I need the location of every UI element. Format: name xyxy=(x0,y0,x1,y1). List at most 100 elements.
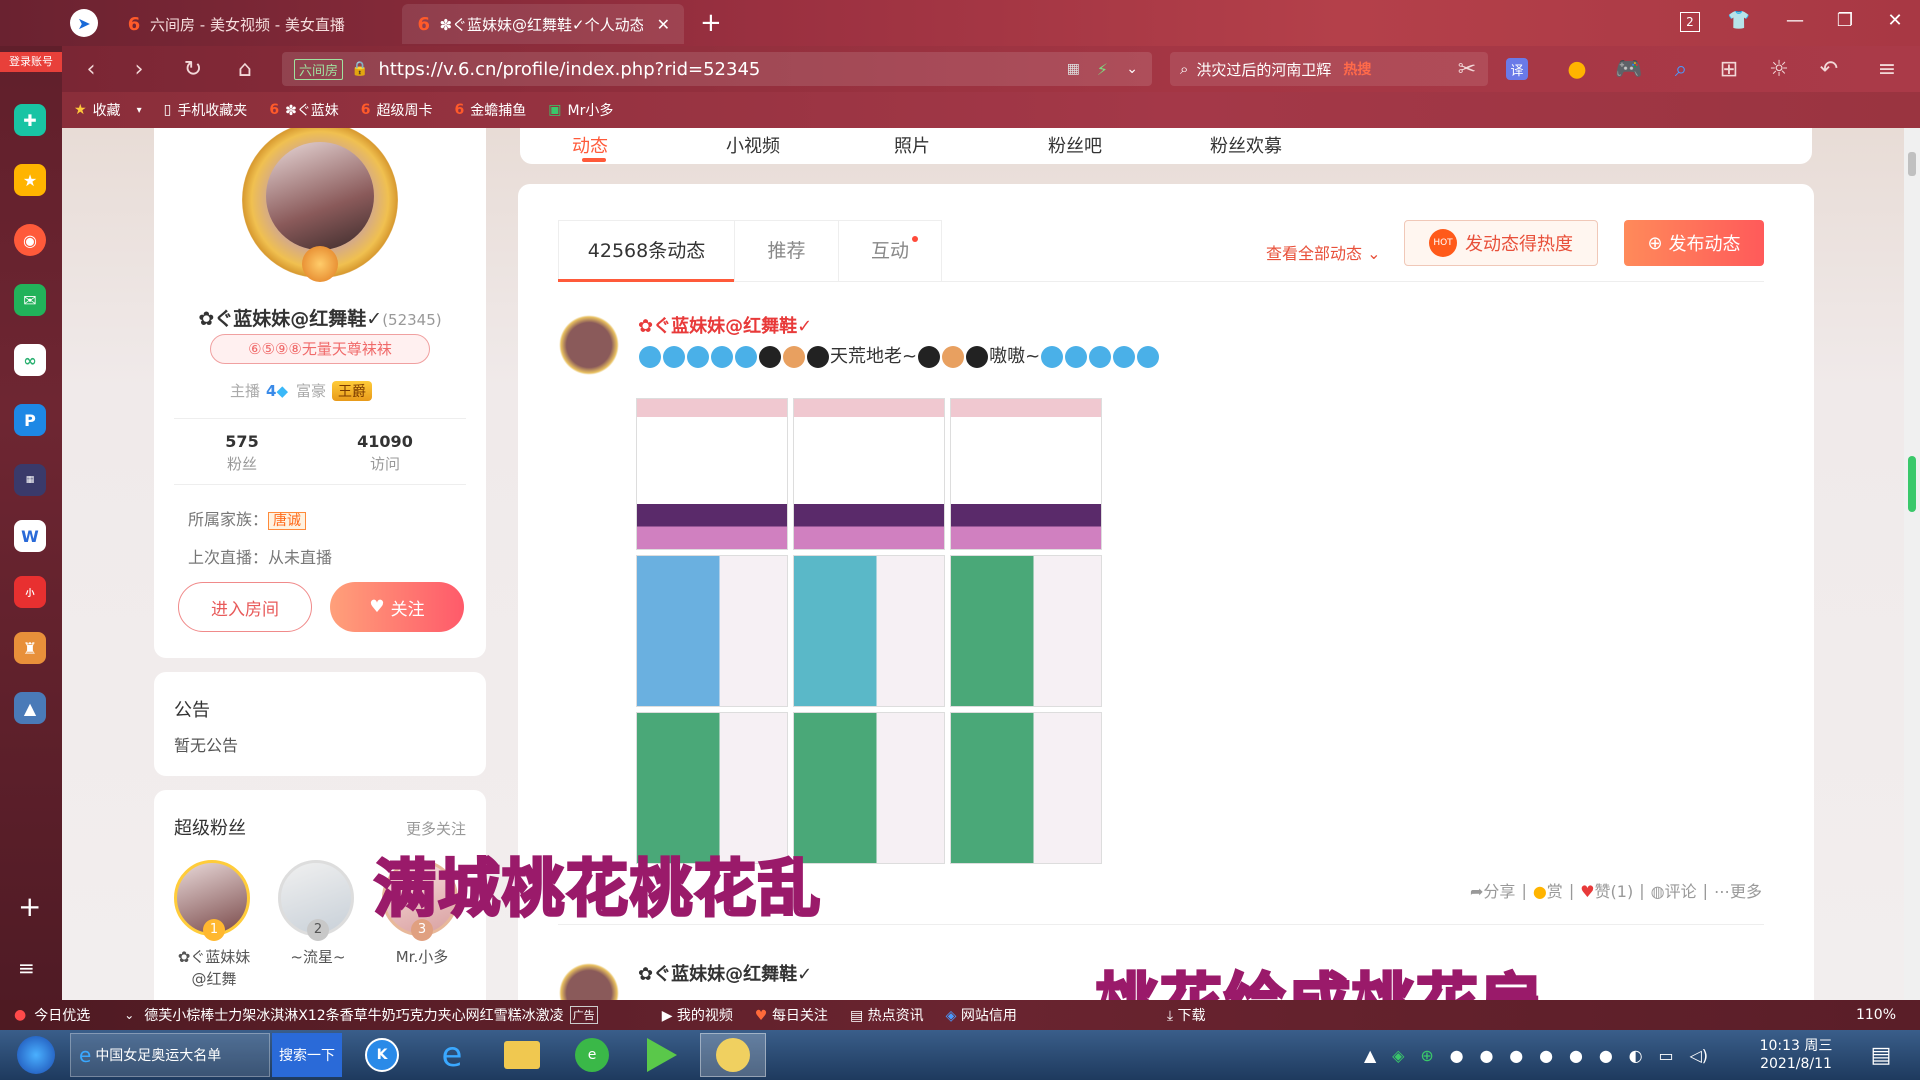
enter-room-button[interactable]: 进入房间 xyxy=(178,582,312,632)
back-icon[interactable]: ‹ xyxy=(76,54,106,84)
weibo-icon[interactable]: ◉ xyxy=(14,224,46,256)
close-window-icon[interactable]: ✕ xyxy=(1880,10,1910,31)
boost-heat-button[interactable]: HOT 发动态得热度 xyxy=(1404,220,1598,266)
family-badge[interactable]: 唐诚 xyxy=(268,512,307,530)
zoom-level[interactable]: 110% xyxy=(1856,1007,1896,1023)
chevron-down-icon[interactable]: ⌄ xyxy=(1126,61,1138,77)
bookmark-profile[interactable]: 6 ✽ぐ蓝妹 xyxy=(269,100,338,120)
taskbar-app-k[interactable]: K xyxy=(352,1033,412,1077)
taskbar-ie-search[interactable]: e 中国女足奥运大名单 xyxy=(70,1033,270,1077)
my-videos[interactable]: ▶ 我的视频 xyxy=(662,1005,733,1025)
fan-badge[interactable]: ⑥⑤⑨⑧无量天尊袜袜 xyxy=(210,334,430,364)
post-image[interactable] xyxy=(950,398,1102,550)
shield-icon[interactable]: ◈ xyxy=(1392,1046,1404,1065)
like-button[interactable]: ♥赞(1) xyxy=(1580,878,1633,902)
tab-fan-bar[interactable]: 粉丝吧 xyxy=(1048,132,1102,158)
tab-all-dynamics[interactable]: 42568条动态 xyxy=(558,220,734,282)
taskbar-player[interactable] xyxy=(632,1033,692,1077)
tab-dynamics[interactable]: 动态 xyxy=(572,132,608,158)
tab-recommend[interactable]: 推荐 xyxy=(734,220,838,282)
tab-photos[interactable]: 照片 xyxy=(894,132,930,158)
close-tab-icon[interactable]: ✕ xyxy=(657,15,670,34)
notification-icon[interactable]: ▤ xyxy=(1856,1033,1906,1077)
ad-text[interactable]: 德芙小棕棒士力架冰淇淋X12条香草牛奶巧克力夹心网红雪糕冰激凌 xyxy=(144,1005,563,1025)
login-button[interactable]: 登录账号 xyxy=(0,52,62,72)
post-image[interactable] xyxy=(950,712,1102,864)
tab-short-video[interactable]: 小视频 xyxy=(726,132,780,158)
scrollbar-thumb[interactable] xyxy=(1908,152,1916,176)
tab-count-badge[interactable]: 2 xyxy=(1680,12,1700,32)
avatar[interactable] xyxy=(242,128,398,282)
more-button[interactable]: ⋯更多 xyxy=(1714,878,1762,902)
share-button[interactable]: ➦分享 xyxy=(1470,878,1515,902)
p-app-icon[interactable]: P xyxy=(14,404,46,436)
view-all-dropdown[interactable]: 查看全部动态 ⌄ xyxy=(1266,240,1381,264)
navigate-icon[interactable]: ➤ xyxy=(70,9,98,37)
menu-icon[interactable]: ≡ xyxy=(1872,54,1902,84)
search-input[interactable]: ⌕ 洪灾过后的河南卫辉 热搜 xyxy=(1170,52,1488,86)
home-icon[interactable]: ⌂ xyxy=(230,54,260,84)
more-follows-link[interactable]: 更多关注 xyxy=(406,818,466,839)
undo-icon[interactable]: ↶ xyxy=(1814,54,1844,84)
post-image[interactable] xyxy=(636,398,788,550)
site-credit[interactable]: ◈ 网站信用 xyxy=(946,1005,1017,1025)
skin-icon[interactable]: 👕 xyxy=(1724,10,1754,31)
game-icon[interactable]: 🎮 xyxy=(1614,54,1644,84)
red-app-icon[interactable]: 小 xyxy=(14,576,46,608)
new-tab-icon[interactable]: + xyxy=(700,8,722,38)
minimize-icon[interactable]: — xyxy=(1780,10,1810,31)
address-bar[interactable]: 六间房 🔒 https://v.6.cn/profile/index.php?r… xyxy=(282,52,1152,86)
tab-interaction[interactable]: 互动 xyxy=(838,220,942,282)
taskbar-browser[interactable]: e xyxy=(562,1033,622,1077)
qq-icon[interactable]: ● xyxy=(1539,1046,1553,1065)
bookmark-fishing[interactable]: 6 金蟾捕鱼 xyxy=(455,100,527,120)
hot-news[interactable]: ▤ 热点资讯 xyxy=(850,1005,924,1025)
taskbar-active-app[interactable] xyxy=(700,1033,766,1077)
tab-liujianfang[interactable]: 6 六间房 - 美女视频 - 美女直播 xyxy=(112,4,402,44)
game2-icon[interactable]: ♜ xyxy=(14,632,46,664)
taskbar-search-button[interactable]: 搜索一下 xyxy=(272,1033,342,1077)
forward-icon[interactable]: › xyxy=(124,54,154,84)
post-image[interactable] xyxy=(793,398,945,550)
today-picks[interactable]: 今日优选 xyxy=(34,1005,90,1025)
post-dynamic-button[interactable]: ⊕ 发布动态 xyxy=(1624,220,1764,266)
volume-icon[interactable]: ◁) xyxy=(1690,1046,1709,1065)
refresh-icon[interactable]: ↻ xyxy=(178,54,208,84)
super-fan-item[interactable]: 1 ✿ぐ蓝妹妹@红舞 xyxy=(174,860,254,990)
tab-fan-fundraise[interactable]: 粉丝欢募 xyxy=(1210,132,1282,158)
sidebar-app-icon[interactable]: ✚ xyxy=(14,104,46,136)
coin-icon[interactable]: ● xyxy=(1562,54,1592,84)
follow-button[interactable]: ♥ 关注 xyxy=(330,582,464,632)
post-author[interactable]: ✿ぐ蓝妹妹@红舞鞋✓ xyxy=(638,312,812,338)
post-image[interactable] xyxy=(636,555,788,707)
reward-button[interactable]: ●赏 xyxy=(1533,878,1563,902)
download[interactable]: ⤓ 下载 xyxy=(1167,1005,1206,1025)
cloud-icon[interactable]: ∞ xyxy=(14,344,46,376)
avatar[interactable] xyxy=(556,312,622,378)
favorites-icon[interactable]: ★ xyxy=(14,164,46,196)
app-icon[interactable]: ◐ xyxy=(1629,1046,1643,1065)
mail-icon[interactable]: ✉ xyxy=(14,284,46,316)
post-image[interactable] xyxy=(793,555,945,707)
daily-follow[interactable]: ♥ 每日关注 xyxy=(755,1005,828,1025)
super-fan-item[interactable]: 2 ~流星~ xyxy=(278,860,358,967)
qq-icon[interactable]: ● xyxy=(1569,1046,1583,1065)
plus-icon[interactable]: ⊕ xyxy=(1420,1046,1433,1065)
add-icon[interactable]: + xyxy=(18,890,41,923)
avatar[interactable] xyxy=(556,960,622,1000)
tab-profile[interactable]: 6 ✽ぐ蓝妹妹@红舞鞋✓个人动态 ✕ xyxy=(402,4,684,44)
qq-icon[interactable]: ● xyxy=(1509,1046,1523,1065)
network-icon[interactable]: ▭ xyxy=(1659,1046,1674,1065)
post-author[interactable]: ✿ぐ蓝妹妹@红舞鞋✓ xyxy=(638,960,812,986)
menu-icon[interactable]: ≡ xyxy=(18,956,35,980)
bookmark-weekly[interactable]: 6 超级周卡 xyxy=(361,100,433,120)
comment-button[interactable]: ◍评论 xyxy=(1651,878,1697,902)
find-icon[interactable]: ⌕ xyxy=(1666,54,1696,84)
bookmark-mobile[interactable]: ▯ 手机收藏夹 xyxy=(164,100,248,120)
fans-stat[interactable]: 575 粉丝 xyxy=(202,432,282,474)
apps-grid-icon[interactable]: ⊞ xyxy=(1714,54,1744,84)
side-drag-handle[interactable] xyxy=(1908,456,1916,512)
post-image[interactable] xyxy=(950,555,1102,707)
qq-icon[interactable]: ● xyxy=(1450,1046,1464,1065)
clock[interactable]: 10:13 周三 2021/8/11 xyxy=(1746,1033,1846,1077)
